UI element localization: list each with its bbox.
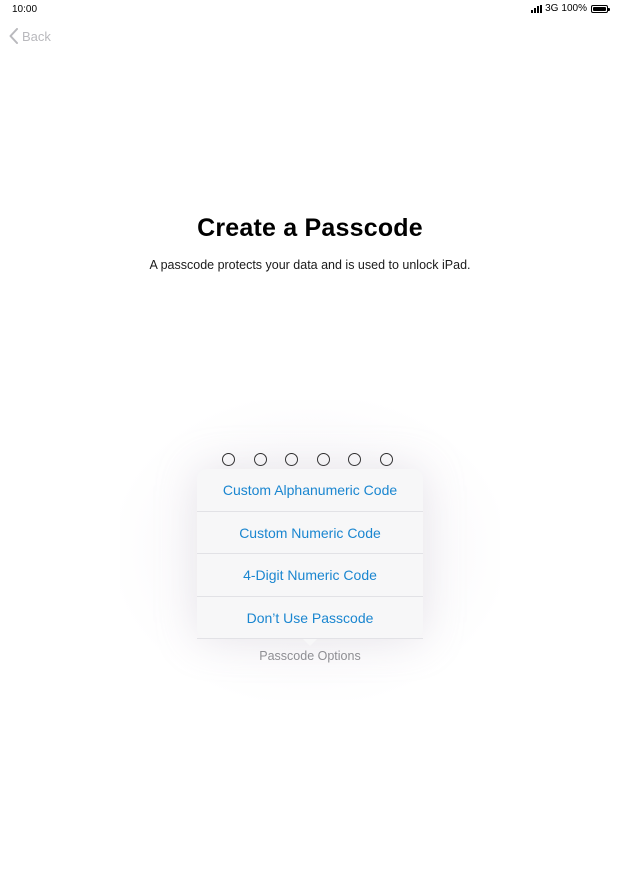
menu-item-custom-numeric[interactable]: Custom Numeric Code	[197, 512, 423, 554]
network-label: 3G	[545, 3, 559, 14]
page-title: Create a Passcode	[197, 214, 423, 242]
status-time: 10:00	[12, 4, 38, 15]
menu-item-custom-alphanumeric[interactable]: Custom Alphanumeric Code	[197, 469, 423, 512]
passcode-options-link[interactable]: Passcode Options	[0, 649, 620, 663]
passcode-dot	[253, 453, 267, 466]
menu-item-dont-use-passcode[interactable]: Don’t Use Passcode	[197, 597, 423, 639]
status-indicators: 3G 100%	[531, 3, 610, 14]
passcode-dot	[222, 453, 235, 466]
signal-icon	[531, 4, 543, 13]
battery-icon	[591, 4, 610, 13]
menu-item-4-digit[interactable]: 4-Digit Numeric Code	[197, 554, 423, 597]
back-button[interactable]: Back	[9, 28, 51, 44]
passcode-dot	[348, 453, 361, 466]
passcode-dot	[316, 453, 330, 466]
passcode-dot	[285, 453, 298, 466]
passcode-options-popover: Custom Alphanumeric Code Custom Numeric …	[197, 469, 423, 646]
chevron-left-icon	[9, 28, 18, 44]
passcode-dot	[379, 453, 393, 466]
back-label: Back	[22, 28, 51, 44]
battery-percent: 100%	[561, 3, 587, 14]
page-subtitle: A passcode protects your data and is use…	[149, 258, 471, 272]
passcode-dots	[222, 453, 393, 466]
status-bar: 10:00 3G 100%	[0, 0, 620, 18]
screen: 10:00 3G 100% Back Create a Passcode A p…	[0, 0, 620, 887]
popover-arrow	[303, 639, 317, 646]
